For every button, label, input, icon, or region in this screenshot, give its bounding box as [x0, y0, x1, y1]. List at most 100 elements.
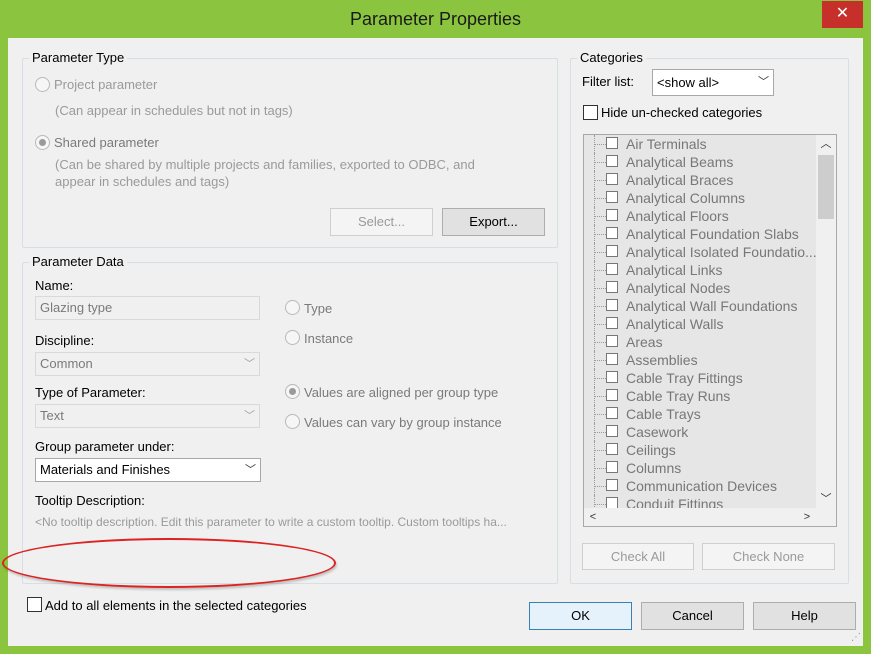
- discipline-select[interactable]: Common ﹀: [35, 352, 260, 376]
- instance-radio[interactable]: [285, 330, 300, 345]
- list-item[interactable]: Analytical Isolated Foundatio...: [584, 243, 816, 261]
- shared-parameter-description-2: appear in schedules and tags): [55, 174, 230, 189]
- category-label: Analytical Beams: [626, 154, 734, 170]
- chevron-down-icon: ﹀: [758, 76, 769, 88]
- list-item[interactable]: Analytical Columns: [584, 189, 816, 207]
- tree-horizontal-line: [594, 450, 606, 451]
- tree-horizontal-line: [594, 198, 606, 199]
- list-item[interactable]: Columns: [584, 459, 816, 477]
- category-label: Analytical Links: [626, 262, 723, 278]
- tooltip-description-value[interactable]: <No tooltip description. Edit this param…: [35, 515, 507, 529]
- type-radio-label: Type: [304, 301, 333, 316]
- category-checkbox[interactable]: [606, 209, 618, 221]
- add-to-all-checkbox[interactable]: [27, 597, 42, 612]
- tree-vertical-line: [594, 495, 595, 508]
- list-item[interactable]: Analytical Floors: [584, 207, 816, 225]
- list-item[interactable]: Cable Tray Fittings: [584, 369, 816, 387]
- category-checkbox[interactable]: [606, 245, 618, 257]
- list-item[interactable]: Communication Devices: [584, 477, 816, 495]
- scroll-up-icon[interactable]: ︿: [816, 135, 836, 153]
- category-checkbox[interactable]: [606, 137, 618, 149]
- horizontal-scrollbar[interactable]: < >: [584, 508, 816, 526]
- hide-unchecked-checkbox[interactable]: [583, 105, 598, 120]
- type-of-parameter-select[interactable]: Text ﹀: [35, 404, 260, 428]
- close-button[interactable]: ✕: [822, 1, 863, 28]
- parameter-data-group: Parameter Data Name: Glazing type Type I…: [22, 254, 558, 584]
- list-item[interactable]: Air Terminals: [584, 135, 816, 153]
- select-button[interactable]: Select...: [330, 208, 433, 236]
- project-parameter-radio[interactable]: [35, 77, 50, 92]
- list-item[interactable]: Analytical Walls: [584, 315, 816, 333]
- title-bar[interactable]: Parameter Properties ✕: [0, 0, 871, 38]
- check-none-button[interactable]: Check None: [702, 543, 835, 570]
- category-label: Cable Tray Runs: [626, 388, 731, 404]
- scroll-down-icon[interactable]: ﹀: [816, 490, 836, 508]
- list-item[interactable]: Analytical Foundation Slabs: [584, 225, 816, 243]
- category-label: Communication Devices: [626, 478, 777, 494]
- help-button[interactable]: Help: [753, 602, 856, 630]
- group-under-select[interactable]: Materials and Finishes ﹀: [35, 458, 261, 482]
- export-button[interactable]: Export...: [442, 208, 545, 236]
- list-item[interactable]: Cable Tray Runs: [584, 387, 816, 405]
- category-checkbox[interactable]: [606, 497, 618, 508]
- check-all-button[interactable]: Check All: [582, 543, 694, 570]
- category-label: Analytical Wall Foundations: [626, 298, 798, 314]
- category-checkbox[interactable]: [606, 443, 618, 455]
- scroll-thumb[interactable]: [818, 155, 834, 219]
- tree-horizontal-line: [594, 468, 606, 469]
- dialog-window: Parameter Properties ✕ Parameter Type Pr…: [0, 0, 871, 654]
- category-checkbox[interactable]: [606, 389, 618, 401]
- cancel-button[interactable]: Cancel: [641, 602, 744, 630]
- vertical-scrollbar[interactable]: ︿ ﹀: [816, 135, 836, 508]
- list-item[interactable]: Analytical Wall Foundations: [584, 297, 816, 315]
- dialog-client-area: Parameter Type Project parameter (Can ap…: [8, 38, 863, 646]
- category-checkbox[interactable]: [606, 299, 618, 311]
- filter-list-select[interactable]: <show all> ﹀: [652, 69, 774, 96]
- ok-button[interactable]: OK: [529, 602, 632, 630]
- tree-horizontal-line: [594, 432, 606, 433]
- category-checkbox[interactable]: [606, 407, 618, 419]
- categories-list[interactable]: Air Terminals Analytical Beams Analytical …: [583, 134, 837, 527]
- list-item[interactable]: Analytical Nodes: [584, 279, 816, 297]
- category-checkbox[interactable]: [606, 461, 618, 473]
- name-input[interactable]: Glazing type: [35, 296, 260, 320]
- list-item[interactable]: Casework: [584, 423, 816, 441]
- list-item[interactable]: Areas: [584, 333, 816, 351]
- values-aligned-radio[interactable]: [285, 384, 300, 399]
- category-checkbox[interactable]: [606, 479, 618, 491]
- category-checkbox[interactable]: [606, 425, 618, 437]
- category-checkbox[interactable]: [606, 263, 618, 275]
- chevron-down-icon: ﹀: [244, 358, 255, 370]
- list-item[interactable]: Conduit Fittings: [584, 495, 816, 508]
- scroll-left-icon[interactable]: <: [584, 508, 602, 526]
- tree-horizontal-line: [594, 162, 606, 163]
- type-of-parameter-label: Type of Parameter:: [35, 385, 146, 400]
- resize-grip-icon[interactable]: ⋰: [849, 632, 861, 644]
- tooltip-description-label: Tooltip Description:: [35, 493, 145, 508]
- category-checkbox[interactable]: [606, 227, 618, 239]
- category-checkbox[interactable]: [606, 335, 618, 347]
- values-vary-radio[interactable]: [285, 414, 300, 429]
- list-item[interactable]: Assemblies: [584, 351, 816, 369]
- tree-horizontal-line: [594, 144, 606, 145]
- category-checkbox[interactable]: [606, 173, 618, 185]
- type-radio[interactable]: [285, 300, 300, 315]
- group-under-label: Group parameter under:: [35, 439, 175, 454]
- category-checkbox[interactable]: [606, 371, 618, 383]
- category-checkbox[interactable]: [606, 281, 618, 293]
- category-checkbox[interactable]: [606, 353, 618, 365]
- tree-horizontal-line: [594, 252, 606, 253]
- list-item[interactable]: Analytical Beams: [584, 153, 816, 171]
- category-checkbox[interactable]: [606, 155, 618, 167]
- category-checkbox[interactable]: [606, 317, 618, 329]
- list-item[interactable]: Analytical Braces: [584, 171, 816, 189]
- category-label: Cable Trays: [626, 406, 701, 422]
- scrollbar-corner: [816, 508, 836, 526]
- tree-horizontal-line: [594, 414, 606, 415]
- list-item[interactable]: Ceilings: [584, 441, 816, 459]
- list-item[interactable]: Cable Trays: [584, 405, 816, 423]
- scroll-right-icon[interactable]: >: [798, 508, 816, 526]
- shared-parameter-radio[interactable]: [35, 135, 50, 150]
- list-item[interactable]: Analytical Links: [584, 261, 816, 279]
- category-checkbox[interactable]: [606, 191, 618, 203]
